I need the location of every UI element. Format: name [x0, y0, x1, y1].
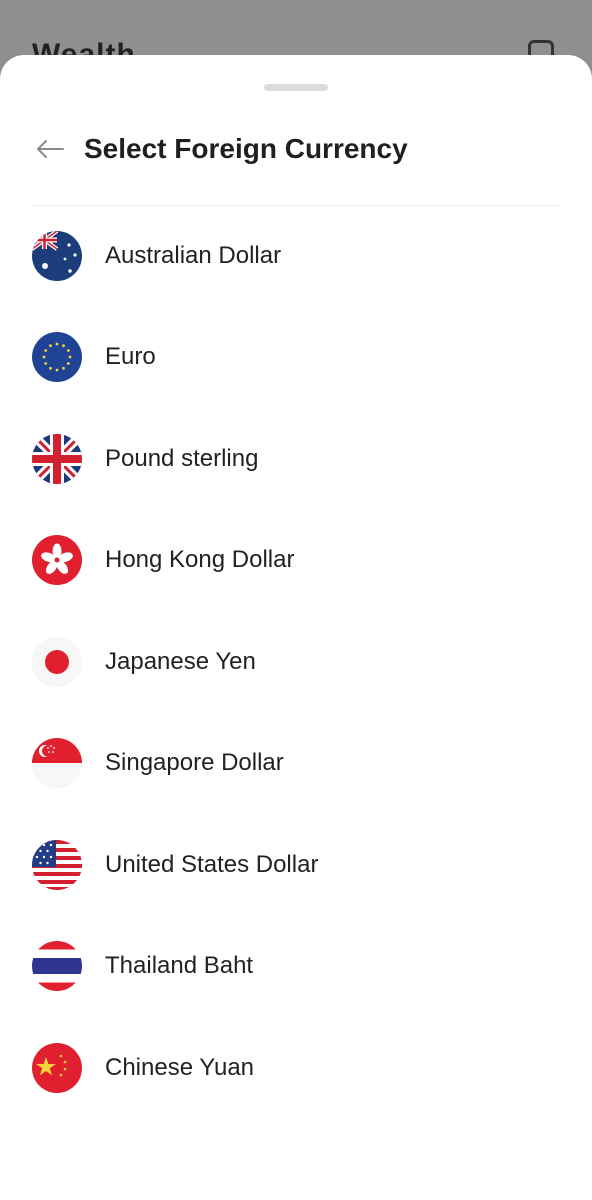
usa-flag-icon [32, 839, 82, 890]
arrow-left-icon [37, 140, 64, 158]
back-button[interactable] [30, 131, 70, 167]
currency-name: Pound sterling [105, 444, 259, 472]
currency-item-united-states-dollar[interactable]: United States Dollar [0, 814, 592, 916]
hong-kong-flag-icon [32, 535, 82, 586]
japan-flag-icon [32, 636, 82, 687]
china-flag-icon [32, 1042, 82, 1093]
currency-item-euro[interactable]: Euro [0, 307, 592, 409]
currency-name: Euro [105, 343, 156, 371]
currency-name: Thailand Baht [105, 952, 254, 980]
currency-name: Australian Dollar [105, 241, 282, 269]
currency-list: Australian Dollar Euro Pound sterling Ho… [0, 205, 592, 1119]
australia-flag-icon [32, 230, 82, 281]
sheet-header: Select Foreign Currency [0, 115, 592, 185]
currency-name: United States Dollar [105, 850, 319, 878]
currency-name: Chinese Yuan [105, 1053, 255, 1081]
eu-flag-icon [32, 332, 82, 383]
thailand-flag-icon [32, 941, 82, 992]
bottom-sheet: Select Foreign Currency Australian Dolla… [0, 55, 592, 1200]
singapore-flag-icon [32, 738, 82, 789]
currency-item-australian-dollar[interactable]: Australian Dollar [0, 205, 592, 307]
uk-flag-icon [32, 433, 82, 484]
currency-item-hong-kong-dollar[interactable]: Hong Kong Dollar [0, 510, 592, 612]
currency-item-pound-sterling[interactable]: Pound sterling [0, 408, 592, 510]
currency-name: Japanese Yen [105, 647, 256, 675]
currency-item-chinese-yuan[interactable]: Chinese Yuan [0, 1017, 592, 1119]
currency-name: Singapore Dollar [105, 749, 284, 777]
currency-item-singapore-dollar[interactable]: Singapore Dollar [0, 713, 592, 815]
currency-item-thailand-baht[interactable]: Thailand Baht [0, 916, 592, 1018]
sheet-grabber[interactable] [264, 84, 328, 91]
currency-name: Hong Kong Dollar [105, 546, 295, 574]
page-title: Select Foreign Currency [84, 133, 408, 164]
currency-item-japanese-yen[interactable]: Japanese Yen [0, 611, 592, 713]
